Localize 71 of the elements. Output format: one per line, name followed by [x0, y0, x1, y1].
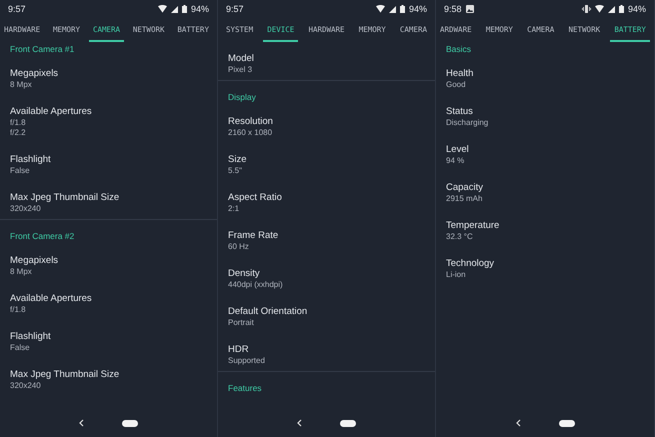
section-header: Display — [218, 80, 435, 105]
property-label: Status — [446, 106, 474, 117]
property-value: Li-ion — [446, 270, 467, 279]
property-label: Density — [228, 268, 261, 279]
property-value: False — [10, 343, 31, 352]
property-value: Good — [446, 80, 467, 89]
property-label: Level — [446, 144, 470, 155]
property-value: 5.5" — [228, 166, 243, 175]
wifi-icon — [376, 5, 385, 13]
section-header: Front Camera #2 — [0, 219, 217, 244]
property-label: Health — [446, 68, 474, 79]
wifi-icon — [158, 5, 167, 13]
property-label: Temperature — [446, 220, 500, 231]
property-label: Megapixels — [10, 68, 60, 79]
signal-icon — [608, 6, 615, 12]
section-header: Basics — [445, 43, 472, 56]
property-label: Model — [228, 53, 255, 64]
property-label: Aspect Ratio — [228, 192, 283, 203]
property-value: Discharging — [446, 118, 490, 127]
property-value: 60 Hz — [228, 242, 250, 251]
property-label: Megapixels — [10, 255, 60, 266]
signal-icon — [388, 6, 396, 12]
battery-percent: 94% — [628, 4, 646, 14]
property-label: Available Apertures — [10, 293, 93, 304]
property-label: HDR — [228, 344, 250, 355]
property-label: Technology — [446, 258, 496, 269]
property-label: Frame Rate — [228, 230, 280, 241]
wifi-icon — [594, 5, 604, 13]
home-button[interactable] — [558, 420, 574, 426]
battery-icon — [182, 5, 187, 13]
property-label: Capacity — [446, 182, 484, 193]
status-time: 9:58 — [444, 4, 462, 14]
property-value: 2915 mAh — [446, 194, 484, 203]
section-header: Features — [218, 371, 435, 396]
property-value: 2:1 — [228, 204, 240, 213]
signal-icon — [170, 6, 178, 12]
property-value: 8 Mpx — [10, 80, 33, 89]
battery-icon — [400, 5, 405, 13]
property-label: Default Orientation — [228, 306, 308, 317]
back-icon[interactable] — [297, 419, 302, 427]
property-value: 94 % — [446, 156, 466, 165]
battery-icon — [618, 5, 624, 13]
property-label: Max Jpeg Thumbnail Size — [10, 192, 120, 203]
property-value: 440dpi (xxhdpi) — [228, 280, 284, 289]
back-icon[interactable] — [516, 419, 520, 427]
property-value: Supported — [228, 356, 266, 365]
back-icon[interactable] — [79, 419, 84, 427]
property-label: Available Apertures — [10, 106, 93, 117]
status-time: 9:57 — [226, 4, 244, 14]
battery-percent: 94% — [190, 4, 209, 14]
property-value: False — [10, 166, 31, 175]
home-button[interactable] — [340, 420, 356, 426]
property-value: Pixel 3 — [228, 65, 254, 74]
property-value: f/2.2 — [10, 128, 27, 137]
property-value: 320x240 — [10, 381, 42, 390]
battery-percent: 94% — [408, 4, 427, 14]
property-value: f/1.8 — [10, 305, 27, 314]
property-label: Size — [228, 154, 248, 165]
property-label: Flashlight — [10, 154, 52, 165]
property-value: 320x240 — [10, 204, 42, 213]
property-label: Max Jpeg Thumbnail Size — [10, 369, 120, 380]
home-button[interactable] — [122, 420, 138, 426]
property-value: 2160 x 1080 — [228, 128, 274, 137]
section-header: Front Camera #1 — [9, 43, 76, 56]
property-value: f/1.8 — [10, 118, 27, 127]
property-value: Portrait — [228, 318, 255, 327]
status-time: 9:57 — [8, 4, 26, 14]
property-value: 32.3 °C — [446, 232, 474, 241]
property-label: Flashlight — [10, 331, 52, 342]
property-label: Resolution — [228, 116, 274, 127]
property-value: 8 Mpx — [10, 267, 33, 276]
